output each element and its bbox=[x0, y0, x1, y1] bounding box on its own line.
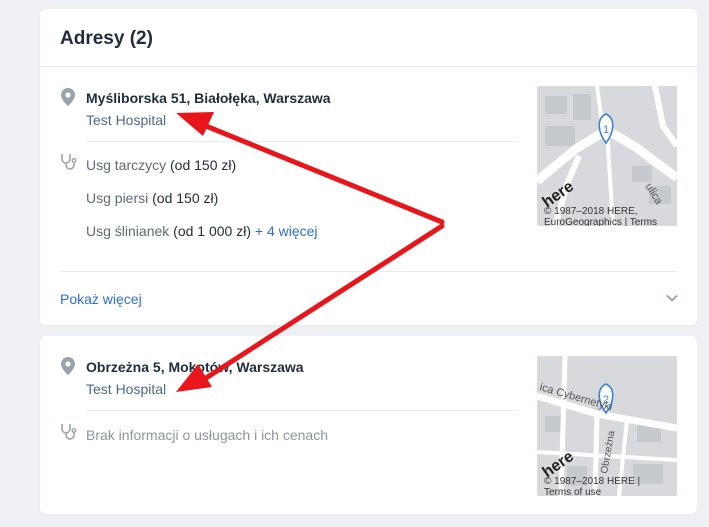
divider bbox=[86, 410, 516, 411]
section-title: Adresy (2) bbox=[60, 28, 153, 49]
service-price: (od 1 000 zł) bbox=[173, 223, 251, 239]
address-card-2: Obrzeżna 5, Mokotów, Warszawa Test Hospi… bbox=[40, 336, 697, 514]
map-thumbnail[interactable]: 1 ulica here © 1987–2018 HERE, EuroGeogr… bbox=[537, 86, 677, 226]
map-thumbnail[interactable]: 2 ica Cybernetyki Obrzeżna here © 1987–2… bbox=[537, 356, 677, 496]
divider bbox=[86, 141, 516, 142]
divider bbox=[60, 271, 677, 272]
show-more-link[interactable]: Pokaż więcej bbox=[60, 291, 142, 307]
map-pin-icon bbox=[61, 357, 75, 375]
map-copyright-line[interactable]: EuroGeographics | Terms bbox=[544, 217, 657, 226]
service-name: Usg piersi bbox=[86, 190, 149, 206]
address-text: Myśliborska 51, Białołęka, Warszawa bbox=[86, 90, 331, 106]
map-copyright: © 1987–2018 HERE | Terms of use bbox=[544, 476, 640, 496]
map-copyright-line: © 1987–2018 HERE, bbox=[544, 206, 638, 217]
stethoscope-icon bbox=[61, 154, 77, 170]
service-name: Usg ślinianek bbox=[86, 223, 170, 239]
map-image: 1 ulica here bbox=[537, 86, 677, 226]
service-item: Usg tarczycy (od 150 zł) bbox=[86, 157, 236, 173]
map-copyright: © 1987–2018 HERE, EuroGeographics | Term… bbox=[544, 206, 657, 226]
stethoscope-icon bbox=[61, 424, 77, 440]
map-image: 2 ica Cybernetyki Obrzeżna here bbox=[537, 356, 677, 496]
address-text: Obrzeżna 5, Mokotów, Warszawa bbox=[86, 359, 304, 375]
address-card-1: Adresy (2) Myśliborska 51, Białołęka, Wa… bbox=[40, 9, 697, 325]
map-pin-icon bbox=[61, 88, 75, 106]
service-price: (od 150 zł) bbox=[170, 157, 237, 173]
facility-name[interactable]: Test Hospital bbox=[86, 112, 166, 128]
service-item: Usg ślinianek (od 1 000 zł) + 4 więcej bbox=[86, 223, 318, 239]
service-name: Usg tarczycy bbox=[86, 157, 167, 173]
service-price: (od 150 zł) bbox=[152, 190, 219, 206]
map-copyright-line: © 1987–2018 HERE | bbox=[544, 476, 641, 487]
map-marker-label: 1 bbox=[603, 124, 609, 136]
more-services-link[interactable]: + 4 więcej bbox=[255, 223, 318, 239]
card-header: Adresy (2) bbox=[40, 9, 697, 67]
facility-name[interactable]: Test Hospital bbox=[86, 381, 166, 397]
chevron-down-icon[interactable] bbox=[665, 291, 679, 305]
no-services-info: Brak informacji o usługach i ich cenach bbox=[86, 427, 329, 443]
service-item: Usg piersi (od 150 zł) bbox=[86, 190, 218, 206]
map-copyright-line[interactable]: Terms of use bbox=[544, 487, 640, 496]
